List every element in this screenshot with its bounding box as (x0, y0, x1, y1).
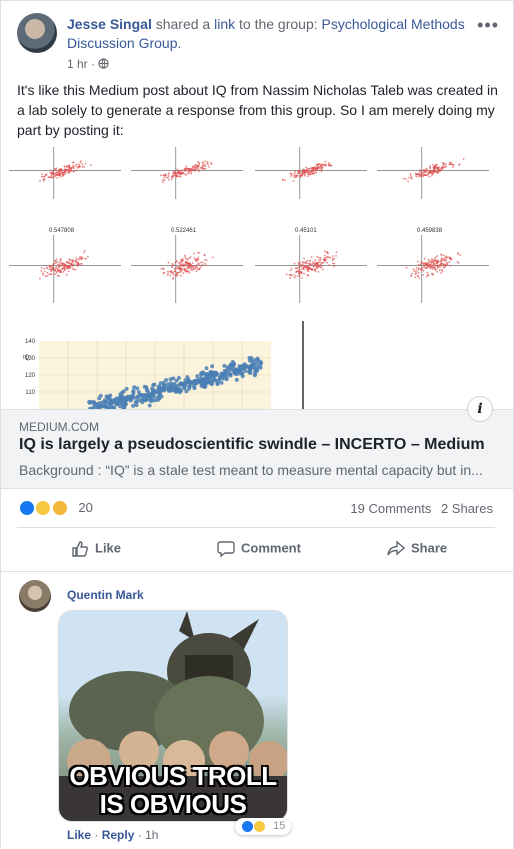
link-preview[interactable]: i MEDIUM.COM IQ is largely a pseudoscien… (1, 396, 513, 489)
haha-reaction-icon (253, 820, 267, 833)
post-body: It's like this Medium post about IQ from… (17, 82, 498, 138)
link-title[interactable]: IQ is largely a pseudoscientific swindle… (19, 436, 485, 454)
post-meta: 1 hr · (67, 57, 110, 71)
reaction-summary[interactable]: 20 (19, 499, 93, 519)
comment-actions: Like · Reply · 1h (67, 828, 158, 842)
scatter-thumbnail (9, 235, 121, 303)
correlation-label: 0.522461 (171, 228, 197, 234)
like-reaction-icon (241, 820, 254, 833)
scatter-thumbnail (255, 147, 367, 199)
author-name[interactable]: Jesse Singal (67, 16, 152, 32)
author-avatar[interactable] (17, 13, 57, 53)
comment-like-link[interactable]: Like (67, 828, 91, 842)
iq-scatter-chart: 140130120110IQ (23, 339, 271, 409)
post-actions: Like Comment Share (17, 527, 495, 571)
commenter-avatar[interactable] (19, 580, 51, 612)
more-options-icon[interactable]: ••• (477, 15, 499, 36)
post-headline: Jesse Singal shared a link to the group:… (67, 15, 477, 53)
link-word[interactable]: link (214, 16, 235, 32)
comment-reactions[interactable]: 15 (235, 818, 292, 835)
action-text: shared a (155, 16, 211, 32)
globe-icon (98, 58, 110, 69)
dot-separator: · (94, 828, 102, 842)
scatter-thumbnail (377, 235, 489, 303)
comment-icon (217, 541, 235, 558)
scatter-thumbnail (131, 235, 243, 303)
share-label: Share (411, 540, 448, 556)
meme-caption-line1: OBVIOUS TROLL (69, 761, 277, 791)
comment-reaction-count: 15 (273, 820, 286, 833)
iq-tick-label: 140 (25, 339, 36, 345)
share-count[interactable]: 2 Shares (441, 501, 493, 516)
iq-tick-label: 120 (25, 373, 36, 379)
thumbs-up-icon (72, 541, 88, 557)
link-description: Background : “IQ” is a stale test meant … (19, 462, 483, 478)
like-button[interactable]: Like (71, 540, 121, 558)
info-icon[interactable]: i (467, 396, 493, 422)
comment-reply-link[interactable]: Reply (102, 828, 135, 842)
to-text: to the group: (239, 16, 318, 32)
scatter-grid: 0.547808 0.522461 0.45101 0.459838140130120… (9, 147, 489, 409)
scatter-thumbnail (131, 147, 243, 199)
comment-button[interactable]: Comment (217, 540, 301, 558)
troll-meme-image[interactable]: OBVIOUS TROLL IS OBVIOUS (58, 610, 288, 822)
post-time[interactable]: 1 hr (67, 57, 88, 71)
correlation-label: 0.459838 (417, 228, 443, 234)
share-icon (387, 540, 406, 556)
like-reaction-icon (19, 499, 35, 516)
correlation-label: 0.45101 (295, 228, 317, 234)
link-domain: MEDIUM.COM (19, 420, 99, 434)
haha-reaction-icon (35, 499, 52, 516)
dot-separator: · (137, 828, 146, 842)
wow-reaction-icon (51, 499, 68, 516)
comment-label: Comment (241, 540, 301, 556)
reaction-count: 20 (78, 500, 93, 516)
iq-axis-label: IQ (23, 355, 30, 361)
scatter-thumbnail (377, 147, 489, 199)
dot-separator: · (91, 57, 99, 71)
comment-time[interactable]: 1h (145, 828, 158, 842)
iq-tick-label: 110 (25, 390, 35, 396)
comment-count[interactable]: 19 Comments (350, 501, 431, 516)
like-label: Like (95, 540, 122, 556)
scatter-plots-image[interactable]: 0.547808 0.522461 0.45101 0.459838 140 130 120… (1, 147, 513, 409)
meme-caption-line2: IS OBVIOUS (99, 789, 247, 819)
scatter-thumbnail (9, 147, 121, 199)
commenter-name[interactable]: Quentin Mark (67, 588, 144, 602)
scatter-thumbnail (255, 235, 367, 303)
correlation-label: 0.547808 (49, 228, 75, 234)
share-button[interactable]: Share (387, 540, 447, 558)
post-card: Jesse Singal shared a link to the group:… (0, 0, 514, 849)
engagement-counts: 19 Comments 2 Shares (344, 501, 493, 516)
comment-section: Quentin Mark OBVIOUS TROLL IS OBVIOUS Li… (1, 571, 513, 849)
